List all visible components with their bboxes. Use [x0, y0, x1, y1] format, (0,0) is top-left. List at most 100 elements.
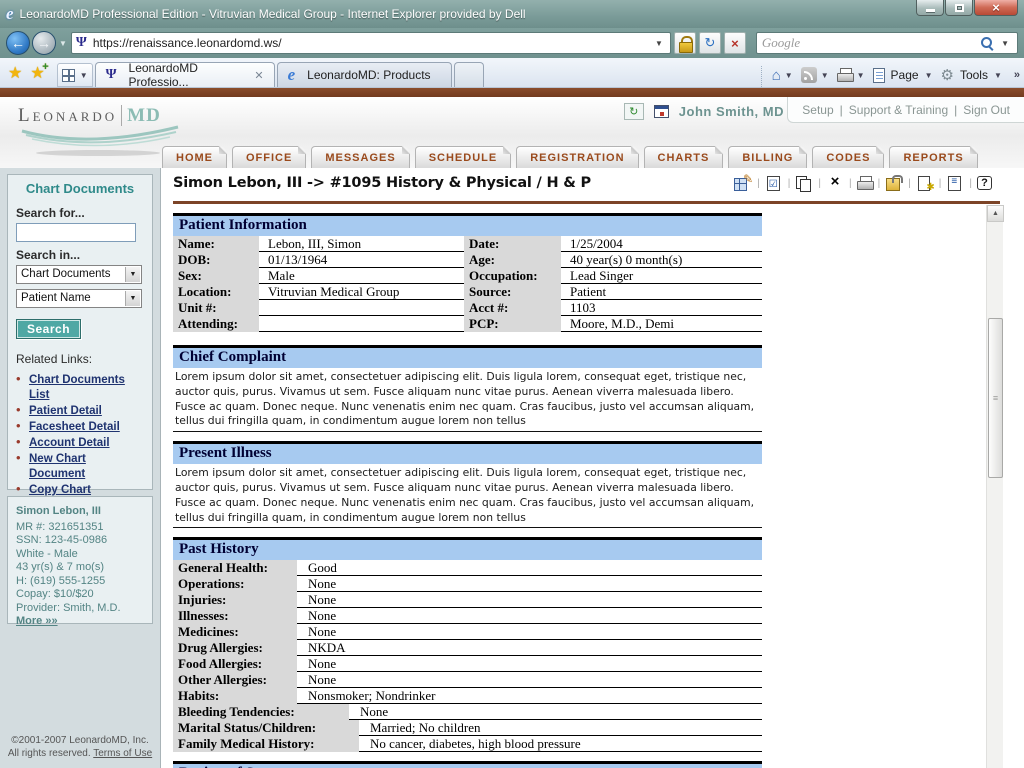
refresh-button[interactable]: ↻	[698, 32, 721, 54]
table-row: Operations: None	[173, 576, 762, 593]
field-value: NKDA	[297, 640, 762, 657]
search-button[interactable]: Search	[16, 319, 82, 339]
search-magnifier-icon[interactable]	[981, 36, 994, 50]
secure-document-icon[interactable]	[885, 175, 904, 191]
forward-button[interactable]: →	[32, 31, 56, 55]
internet-explorer-icon: e	[6, 4, 14, 23]
feed-dropdown-icon[interactable]: ▼	[821, 71, 829, 80]
tools-dropdown-icon[interactable]: ▼	[994, 71, 1002, 80]
tools-menu-label[interactable]: Tools	[960, 68, 988, 82]
field-label: Other Allergies:	[173, 672, 297, 689]
vertical-scrollbar[interactable]: ▲ ≡	[986, 205, 1004, 768]
security-lock-icon[interactable]	[673, 32, 696, 54]
tools-gear-icon[interactable]: ⚙	[940, 66, 953, 84]
minimize-button[interactable]	[916, 0, 944, 16]
link-divider: |	[954, 102, 958, 117]
recent-activity-clock-icon[interactable]: ↻	[623, 103, 644, 120]
back-button[interactable]: ←	[6, 31, 30, 55]
page-dropdown-icon[interactable]: ▼	[925, 71, 933, 80]
search-field-select[interactable]: Patient Name ▼	[16, 289, 142, 308]
patient-race-sex: White - Male	[16, 547, 78, 560]
toolbar-overflow-chevron[interactable]: »	[1014, 69, 1020, 81]
quick-tabs-dropdown-icon[interactable]: ▼	[80, 71, 88, 80]
new-chart-document-link[interactable]: New Chart Document	[29, 453, 86, 480]
sidebar-panel-title: Chart Documents	[25, 181, 135, 196]
tab-close-icon[interactable]: ✕	[254, 69, 263, 82]
browser-tab-active[interactable]: Ψ LeonardoMD Professio... ✕	[94, 61, 275, 89]
copy-icon[interactable]	[795, 175, 813, 192]
close-button[interactable]: ×	[974, 0, 1018, 16]
home-dropdown-icon[interactable]: ▼	[785, 71, 793, 80]
tab-schedule[interactable]: SCHEDULE	[414, 146, 512, 168]
tab-label[interactable]: LeonardoMD Professio...	[129, 61, 249, 89]
form-icon[interactable]	[946, 175, 964, 191]
field-value: Patient	[561, 284, 762, 300]
help-icon[interactable]: ?	[977, 176, 992, 190]
url-text[interactable]: https://renaissance.leonardomd.ws/	[93, 36, 652, 50]
url-field[interactable]: Ψ https://renaissance.leonardomd.ws/ ▼	[70, 32, 671, 54]
favorites-icon[interactable]: ★	[8, 63, 22, 83]
chart-documents-list-link[interactable]: Chart Documents List	[29, 374, 125, 401]
add-favorite-icon[interactable]: ★	[30, 61, 49, 83]
field-label: Acct #:	[464, 300, 561, 316]
tab-reports[interactable]: REPORTS	[889, 146, 978, 168]
print-icon[interactable]	[836, 68, 854, 82]
search-dropdown-icon[interactable]: ▼	[998, 39, 1012, 48]
search-input[interactable]	[761, 35, 978, 51]
print-icon[interactable]	[856, 176, 874, 190]
tab-codes[interactable]: CODES	[812, 146, 885, 168]
browser-tab-products[interactable]: e LeonardoMD: Products	[276, 62, 452, 87]
setup-link[interactable]: Setup	[802, 103, 833, 117]
field-label: Sex:	[173, 268, 259, 284]
field-value: Male	[259, 268, 464, 284]
patient-information-section: Patient Information Name: Lebon, III, Si…	[173, 213, 762, 332]
select-dropdown-icon[interactable]: ▼	[125, 291, 140, 306]
main-content: Simon Lebon, III -> #1095 History & Phys…	[162, 168, 1006, 768]
url-dropdown-icon[interactable]: ▼	[652, 39, 666, 48]
facesheet-detail-link[interactable]: Facesheet Detail	[29, 421, 120, 433]
field-label: Bleeding Tendencies:	[173, 704, 349, 721]
new-document-icon[interactable]	[916, 175, 935, 193]
tab-charts[interactable]: CHARTS	[643, 146, 724, 168]
rss-feed-icon[interactable]	[800, 67, 817, 83]
maximize-button[interactable]	[945, 0, 973, 16]
field-value: Nonsmoker; Nondrinker	[297, 688, 762, 705]
scrollbar-up-arrow[interactable]: ▲	[987, 205, 1004, 222]
copyright-line2: All rights reserved. Terms of Use	[7, 748, 153, 759]
tab-billing[interactable]: BILLING	[728, 146, 808, 168]
sign-out-link[interactable]: Sign Out	[963, 103, 1010, 117]
field-label: Injuries:	[173, 592, 297, 609]
support-training-link[interactable]: Support & Training	[849, 103, 948, 117]
field-label: Occupation:	[464, 268, 561, 284]
field-label: Marital Status/Children:	[173, 720, 359, 737]
search-for-label: Search for...	[16, 206, 85, 220]
account-detail-link[interactable]: Account Detail	[29, 437, 110, 449]
edit-icon[interactable]	[734, 172, 753, 191]
home-icon[interactable]: ⌂	[772, 67, 781, 84]
popup-window-icon[interactable]	[653, 105, 669, 118]
stop-button[interactable]: ×	[723, 32, 746, 54]
page-menu-label[interactable]: Page	[891, 68, 919, 82]
sidebar-search-input[interactable]	[16, 223, 136, 242]
print-dropdown-icon[interactable]: ▼	[857, 71, 865, 80]
tab-label[interactable]: LeonardoMD: Products	[307, 68, 430, 82]
tab-home[interactable]: HOME	[162, 146, 227, 168]
search-box[interactable]: ▼	[755, 32, 1018, 54]
tasks-icon[interactable]	[765, 175, 783, 191]
select-dropdown-icon[interactable]: ▼	[125, 267, 140, 282]
tab-office[interactable]: OFFICE	[232, 146, 307, 168]
document-type-select[interactable]: Chart Documents ▼	[16, 265, 142, 284]
tab-registration[interactable]: REGISTRATION	[516, 146, 639, 168]
history-dropdown-icon[interactable]: ▼	[59, 39, 67, 48]
new-tab-stub[interactable]	[453, 62, 484, 87]
page-menu-icon[interactable]	[872, 67, 885, 83]
delete-icon[interactable]: ×	[826, 174, 844, 191]
quick-tabs-button[interactable]: ▼	[56, 63, 93, 87]
app-header: Leonardo MD ↻ John Smith, MD Setup | Supp…	[0, 97, 1024, 168]
terms-of-use-link[interactable]: Terms of Use	[93, 748, 152, 759]
more-link[interactable]: More »»	[16, 615, 58, 627]
tab-ie-icon: e	[287, 65, 296, 84]
scrollbar-thumb[interactable]: ≡	[988, 318, 1003, 478]
tab-messages[interactable]: MESSAGES	[311, 146, 411, 168]
patient-detail-link[interactable]: Patient Detail	[29, 405, 102, 417]
